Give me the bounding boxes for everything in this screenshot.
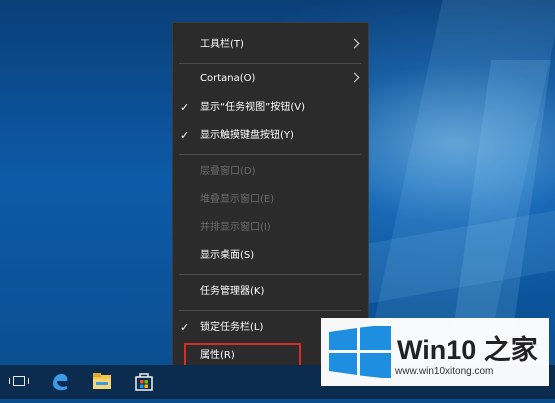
menu-item-stack-windows: 堆叠显示窗口(E) [173, 187, 368, 213]
menu-item-side-by-side-windows: 并排显示窗口(I) [173, 215, 368, 241]
checkmark-icon: ✓ [180, 321, 190, 334]
menu-item-label: 显示桌面(S) [200, 250, 255, 261]
menu-item-show-task-view-button[interactable]: ✓ 显示“任务视图”按钮(V) [173, 95, 368, 121]
menu-separator [179, 154, 361, 155]
menu-item-label: Cortana(O) [200, 73, 256, 84]
menu-item-toolbars[interactable]: 工具栏(T) [173, 32, 368, 58]
menu-item-show-desktop[interactable]: 显示桌面(S) [173, 243, 368, 269]
menu-separator [179, 274, 361, 275]
chevron-right-icon [349, 38, 360, 49]
menu-item-label: 工具栏(T) [200, 39, 244, 50]
menu-item-label: 任务管理器(K) [200, 286, 265, 297]
file-explorer-icon [93, 373, 111, 389]
menu-item-task-manager[interactable]: 任务管理器(K) [173, 279, 368, 305]
menu-item-label: 并排显示窗口(I) [200, 222, 271, 233]
task-view-icon [9, 376, 29, 386]
menu-item-label: 层叠窗口(D) [200, 166, 256, 177]
menu-item-label: 显示触摸键盘按钮(Y) [200, 130, 294, 141]
menu-separator [179, 310, 361, 311]
chevron-right-icon [349, 72, 360, 83]
file-explorer-button[interactable] [87, 365, 117, 399]
menu-item-cascade-windows: 层叠窗口(D) [173, 159, 368, 185]
menu-item-label: 锁定任务栏(L) [200, 322, 264, 333]
watermark-url: www.win10xitong.com [395, 366, 494, 377]
properties-highlight-box [184, 343, 301, 367]
watermark-title: Win10 之家 [397, 335, 538, 365]
task-view-button[interactable] [3, 365, 33, 399]
edge-icon [53, 373, 68, 391]
checkmark-icon: ✓ [180, 129, 190, 142]
edge-button[interactable] [45, 365, 75, 399]
menu-item-cortana[interactable]: Cortana(O) [173, 66, 368, 92]
checkmark-icon: ✓ [180, 101, 190, 114]
windows-logo-icon [329, 326, 391, 378]
store-button[interactable] [129, 365, 159, 399]
store-icon [135, 373, 153, 391]
menu-item-label: 显示“任务视图”按钮(V) [200, 102, 306, 113]
menu-item-label: 堆叠显示窗口(E) [200, 194, 275, 205]
menu-item-show-touch-keyboard-button[interactable]: ✓ 显示触摸键盘按钮(Y) [173, 123, 368, 149]
menu-separator [179, 63, 361, 64]
watermark: Win10 之家 www.win10xitong.com [321, 318, 549, 386]
